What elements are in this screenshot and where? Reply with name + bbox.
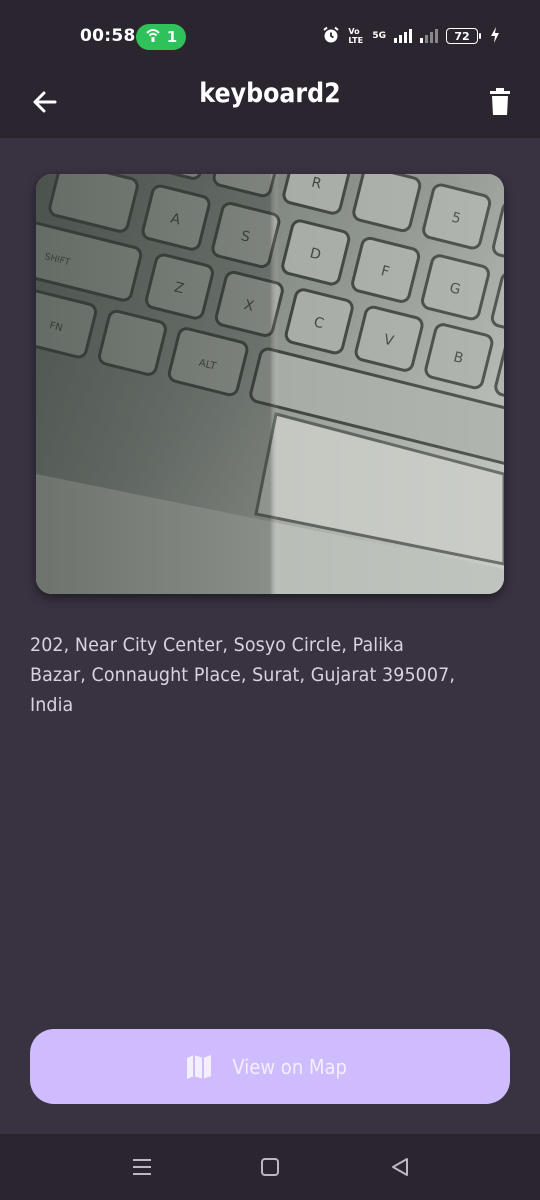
system-nav-bar <box>0 1134 540 1200</box>
app-bar: keyboard2 <box>0 72 540 138</box>
alarm-icon <box>322 26 340 47</box>
status-time: 00:58 <box>80 26 136 46</box>
back-triangle-icon <box>392 1158 408 1176</box>
system-back-button[interactable] <box>380 1152 420 1182</box>
status-icons: Vo LTE 5G 72 <box>322 25 500 47</box>
map-icon <box>187 1054 212 1079</box>
hotspot-icon <box>145 27 161 47</box>
delete-button[interactable] <box>480 80 520 124</box>
home-button[interactable] <box>250 1152 290 1182</box>
signal-strength-icon-sim2 <box>420 29 438 43</box>
status-bar: 00:58 1 Vo LTE 5G 72 <box>0 0 540 72</box>
battery-level: 72 <box>454 29 470 43</box>
network-type-label: 5G <box>372 31 386 41</box>
view-on-map-label: View on Map <box>232 1054 348 1079</box>
keyboard-photo: CAPS LOCK W E R 5 6 A S D F G SHIFT Z X … <box>36 174 504 594</box>
charging-icon <box>490 26 500 46</box>
signal-strength-icon <box>394 29 412 43</box>
location-address: 202, Near City Center, Sosyo Circle, Pal… <box>30 634 455 716</box>
home-square-icon <box>261 1158 279 1176</box>
recents-button[interactable] <box>122 1152 162 1182</box>
hotspot-count: 1 <box>166 28 178 46</box>
page-title: keyboard2 <box>199 78 341 109</box>
volte-label: Vo LTE <box>348 27 364 45</box>
location-photo[interactable]: CAPS LOCK W E R 5 6 A S D F G SHIFT Z X … <box>36 174 504 594</box>
trash-icon <box>490 88 510 115</box>
battery-icon: 72 <box>446 28 481 44</box>
view-on-map-button[interactable]: View on Map <box>30 1029 510 1104</box>
hotspot-indicator: 1 <box>136 24 186 50</box>
menu-icon <box>133 1159 151 1175</box>
